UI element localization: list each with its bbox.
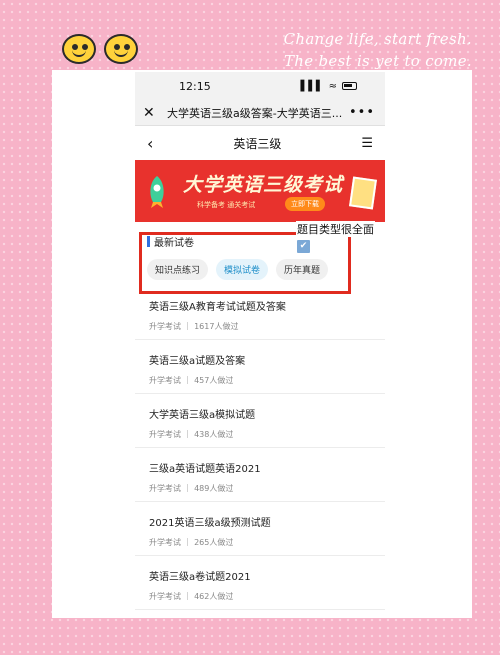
item-meta: 升学考试 ｜ 265人做过 (149, 538, 234, 547)
exam-list: 英语三级A教育考试试题及答案 升学考试 ｜ 1617人做过 英语三级a试题及答案… (135, 286, 385, 610)
item-meta: 升学考试 ｜ 438人做过 (149, 430, 234, 439)
more-icon[interactable]: ••• (349, 105, 375, 120)
list-item[interactable]: 大学英语三级a模拟试题 升学考试 ｜ 438人做过 (135, 394, 385, 448)
item-title: 2021英语三级a级预测试题 (149, 518, 271, 529)
slogan: Change life, start fresh. The best is ye… (284, 28, 472, 72)
browser-title-bar: ✕ 大学英语三级a级答案-大学英语三... ••• (135, 100, 385, 126)
rocket-icon (150, 176, 164, 208)
smiley-icon (62, 34, 96, 64)
phone-screen: 12:15 ▌▌▌ ≈ ✕ 大学英语三级a级答案-大学英语三... ••• ‹ … (135, 72, 385, 612)
item-meta: 升学考试 ｜ 489人做过 (149, 484, 234, 493)
item-title: 大学英语三级a模拟试题 (149, 410, 256, 421)
annotation-label: 题目类型很全面 (296, 221, 375, 237)
battery-icon (342, 82, 357, 90)
highlight-box (139, 232, 351, 294)
item-title: 英语三级a卷试题2021 (149, 572, 251, 583)
list-item[interactable]: 英语三级a卷试题2021 升学考试 ｜ 462人做过 (135, 556, 385, 610)
signal-icon: ▌▌▌ (300, 80, 324, 92)
status-time: 12:15 (179, 79, 211, 93)
list-item[interactable]: 2021英语三级a级预测试题 升学考试 ｜ 265人做过 (135, 502, 385, 556)
status-bar: 12:15 ▌▌▌ ≈ (135, 72, 385, 100)
slogan-line-2: The best is yet to come. (283, 52, 472, 70)
list-item[interactable]: 英语三级A教育考试试题及答案 升学考试 ｜ 1617人做过 (135, 286, 385, 340)
smiley-icon (104, 34, 138, 64)
smiley-sticker (62, 34, 142, 74)
menu-icon[interactable]: ☰ (361, 136, 373, 151)
download-button[interactable]: 立即下载 (285, 197, 325, 211)
wifi-icon: ≈ (328, 80, 337, 92)
item-meta: 升学考试 ｜ 1617人做过 (149, 322, 239, 331)
item-meta: 升学考试 ｜ 457人做过 (149, 376, 234, 385)
item-title: 英语三级A教育考试试题及答案 (149, 302, 286, 313)
promo-banner[interactable]: 大学英语三级考试 科学备考 通关考试 立即下载 (135, 160, 385, 222)
close-icon[interactable]: ✕ (143, 105, 161, 121)
item-title: 三级a英语试题英语2021 (149, 464, 261, 475)
list-item[interactable]: 英语三级a试题及答案 升学考试 ｜ 457人做过 (135, 340, 385, 394)
item-title: 英语三级a试题及答案 (149, 356, 246, 367)
checkmark-icon: ✔ (297, 240, 310, 253)
nav-title: 英语三级 (233, 136, 282, 151)
banner-headline: 大学英语三级考试 (183, 174, 344, 196)
clipboard-icon (349, 176, 377, 210)
slogan-line-1: Change life, start fresh. (283, 30, 472, 48)
banner-subtitle: 科学备考 通关考试 (197, 201, 256, 209)
back-icon[interactable]: ‹ (147, 134, 153, 153)
list-item[interactable]: 三级a英语试题英语2021 升学考试 ｜ 489人做过 (135, 448, 385, 502)
item-meta: 升学考试 ｜ 462人做过 (149, 592, 234, 601)
page-title: 大学英语三级a级答案-大学英语三... (167, 106, 343, 120)
nav-bar: ‹ 英语三级 ☰ (135, 126, 385, 160)
status-icons: ▌▌▌ ≈ (301, 81, 357, 92)
